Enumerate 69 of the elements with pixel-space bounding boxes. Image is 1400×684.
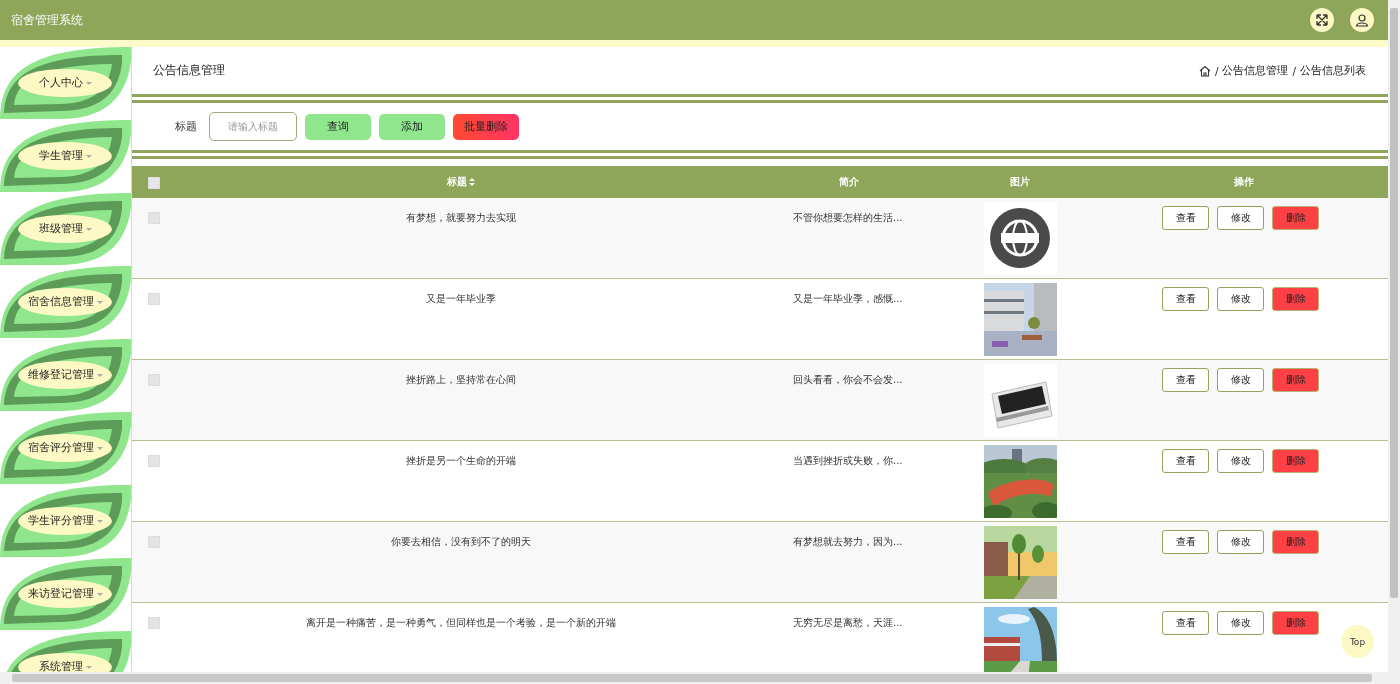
- view-button[interactable]: 查看: [1162, 368, 1209, 392]
- caret-icon: [96, 446, 103, 450]
- column-header: 操作: [1234, 175, 1254, 189]
- page-title: 公告信息管理: [153, 62, 225, 79]
- edit-button[interactable]: 修改: [1217, 368, 1264, 392]
- breadcrumb-separator: /: [1214, 64, 1219, 77]
- view-button[interactable]: 查看: [1162, 206, 1209, 230]
- table-cell-text: 又是一年毕业季，感慨...: [793, 292, 904, 306]
- caret-icon: [96, 592, 103, 596]
- delete-button[interactable]: 删除: [1272, 449, 1319, 473]
- caret-icon: [85, 154, 92, 158]
- table-cell-text: 无穷无尽是离愁，天涯...: [793, 616, 904, 630]
- field-label: 标题: [175, 119, 197, 134]
- breadcrumb-item[interactable]: 公告信息列表: [1300, 63, 1366, 78]
- table-cell-text: 当遇到挫折或失败，你...: [793, 454, 904, 468]
- batch-delete-button[interactable]: 批量删除: [453, 113, 519, 140]
- caret-icon: [96, 300, 103, 304]
- user-button[interactable]: [1350, 8, 1374, 32]
- column-header: 简介: [838, 175, 859, 189]
- caret-icon: [96, 373, 103, 377]
- search-button[interactable]: 查询: [305, 113, 371, 140]
- row-checkbox[interactable]: [148, 455, 160, 467]
- row-checkbox[interactable]: [148, 617, 160, 629]
- table-cell-text: 你要去相信，没有到不了的明天: [390, 535, 532, 549]
- add-button[interactable]: 添加: [379, 113, 445, 140]
- select-all-checkbox[interactable]: [148, 176, 160, 189]
- column-header: 图片: [1010, 175, 1030, 189]
- edit-button[interactable]: 修改: [1217, 287, 1264, 311]
- expand-icon: [1315, 13, 1329, 27]
- edit-button[interactable]: 修改: [1217, 206, 1264, 230]
- user-icon: [1355, 13, 1369, 27]
- view-button[interactable]: 查看: [1162, 449, 1209, 473]
- back-to-top-button[interactable]: Top: [1341, 625, 1374, 658]
- scrollbar[interactable]: [0, 672, 1388, 684]
- view-button[interactable]: 查看: [1162, 287, 1209, 311]
- app-title: 宿舍管理系统: [11, 11, 84, 29]
- delete-button[interactable]: 删除: [1272, 368, 1319, 392]
- row-checkbox[interactable]: [148, 374, 160, 386]
- table-cell-text: 有梦想就去努力，因为...: [793, 535, 904, 549]
- table-cell-text: 又是一年毕业季: [425, 292, 497, 306]
- table-cell-text: 离开是一种痛苦，是一种勇气，但同样也是一个考验，是一个新的开端: [305, 616, 617, 630]
- table-cell-text: 挫折路上，坚持常在心间: [405, 373, 517, 387]
- delete-button[interactable]: 删除: [1272, 287, 1319, 311]
- view-button[interactable]: 查看: [1162, 530, 1209, 554]
- row-checkbox[interactable]: [148, 536, 160, 548]
- delete-button[interactable]: 删除: [1272, 530, 1319, 554]
- breadcrumb-item[interactable]: 公告信息管理: [1222, 63, 1289, 78]
- edit-button[interactable]: 修改: [1217, 611, 1264, 635]
- view-button[interactable]: 查看: [1162, 611, 1209, 635]
- fullscreen-button[interactable]: [1310, 8, 1334, 32]
- table-cell-text: 不管你想要怎样的生活...: [793, 211, 904, 225]
- delete-button[interactable]: 删除: [1272, 206, 1319, 230]
- delete-button[interactable]: 删除: [1272, 611, 1319, 635]
- edit-button[interactable]: 修改: [1217, 530, 1264, 554]
- search-field[interactable]: 请输入标题: [209, 112, 297, 141]
- table-cell-text: 回头看看，你会不会发...: [793, 373, 904, 387]
- row-checkbox[interactable]: [148, 293, 160, 305]
- scrollbar[interactable]: [1388, 0, 1400, 684]
- home-icon: [1198, 64, 1211, 77]
- caret-icon: [85, 81, 92, 85]
- table-cell-text: 有梦想，就要努力去实现: [405, 211, 517, 225]
- row-checkbox[interactable]: [148, 212, 160, 224]
- caret-icon: [96, 519, 103, 523]
- breadcrumb-separator: /: [1292, 64, 1296, 77]
- edit-button[interactable]: 修改: [1217, 449, 1264, 473]
- caret-icon: [85, 227, 92, 231]
- caret-icon: [85, 665, 92, 669]
- sort-icon[interactable]: [467, 177, 476, 187]
- table-cell-text: 挫折是另一个生命的开端: [405, 454, 517, 468]
